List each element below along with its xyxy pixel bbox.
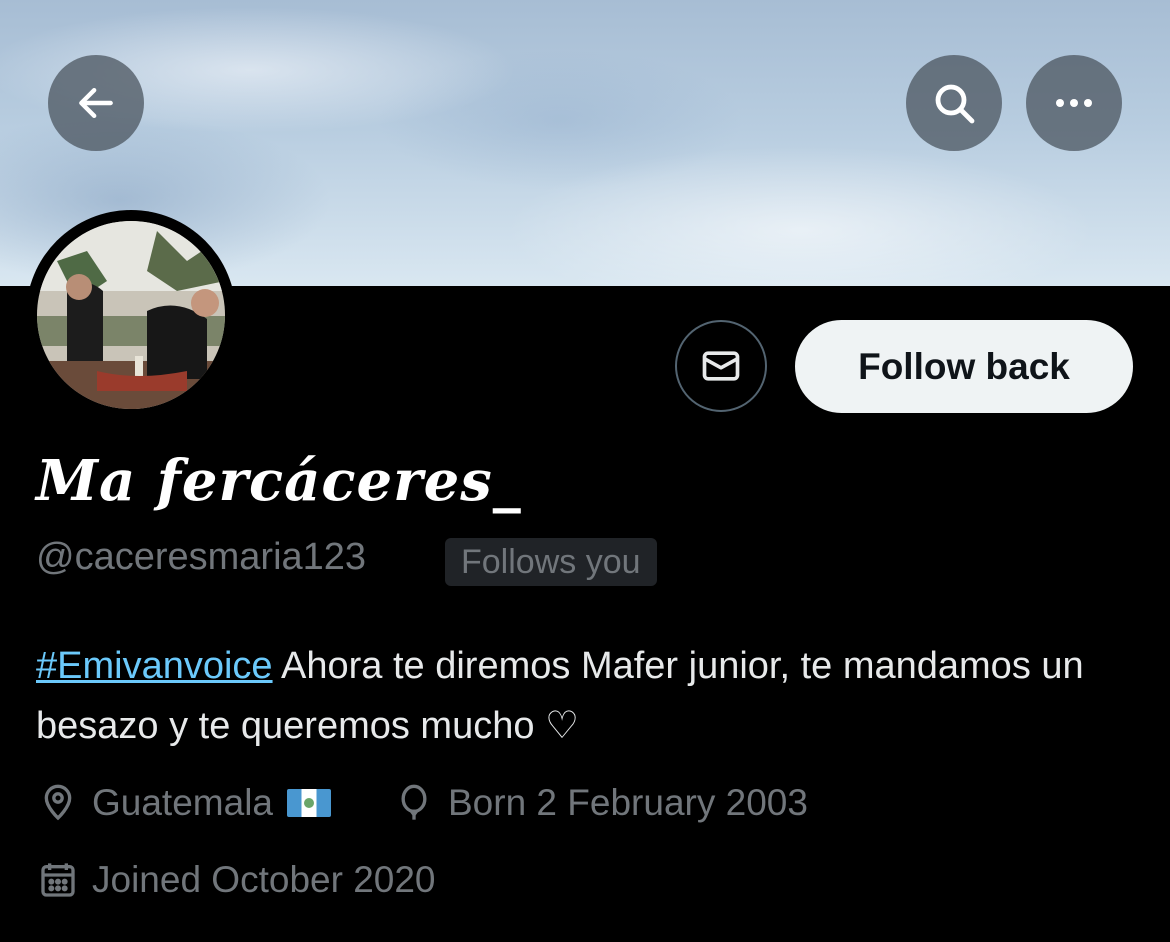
balloon-icon <box>401 784 427 820</box>
follows-you-badge: Follows you <box>445 538 657 586</box>
profile-bio: #Emivanvoice Ahora te diremos Mafer juni… <box>36 636 1136 756</box>
more-horizontal-icon <box>1056 99 1092 107</box>
bio-hashtag-link[interactable]: #Emivanvoice <box>36 645 273 687</box>
follow-back-button[interactable]: Follow back <box>795 320 1133 413</box>
arrow-left-icon <box>79 87 113 119</box>
back-button[interactable] <box>48 55 144 151</box>
envelope-icon <box>702 351 740 381</box>
birthday-text: Born 2 February 2003 <box>448 782 808 823</box>
message-button[interactable] <box>675 320 767 412</box>
location-item: Guatemala <box>38 782 331 824</box>
search-icon <box>935 84 975 124</box>
display-name: Ma fercáceres_ <box>36 448 522 514</box>
user-handle: @caceresmaria123 <box>36 536 367 578</box>
profile-avatar[interactable] <box>26 210 236 420</box>
birthday-item: Born 2 February 2003 <box>394 782 808 824</box>
location-pin-icon <box>44 784 72 821</box>
more-options-button[interactable] <box>1026 55 1122 151</box>
joined-item: Joined October 2020 <box>38 859 436 901</box>
avatar-photo <box>37 221 225 409</box>
guatemala-flag-icon <box>287 789 331 817</box>
location-text: Guatemala <box>92 782 273 823</box>
search-button[interactable] <box>906 55 1002 151</box>
calendar-icon <box>41 863 75 897</box>
joined-text: Joined October 2020 <box>92 859 436 900</box>
